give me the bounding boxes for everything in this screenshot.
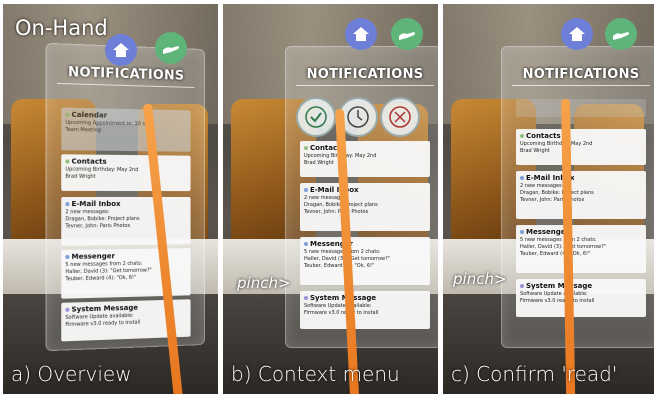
- card-title: System Message: [310, 294, 376, 302]
- status-dot: [304, 188, 308, 192]
- card-line: 5 new messages from 2 chats:: [304, 249, 426, 256]
- card-line: Tevner, John: Paris Photos: [520, 197, 642, 204]
- close-icon: [389, 106, 411, 128]
- card-messenger[interactable]: Messenger 5 new messages from 2 chats: H…: [300, 237, 430, 285]
- title-divider: [296, 85, 434, 86]
- title-divider: [512, 85, 650, 86]
- hand-icon: [397, 26, 417, 42]
- card-line: 2 new messages:: [520, 183, 642, 190]
- card-line: Tevner, John: Paris Photos: [304, 209, 426, 216]
- panel-caption: c) Confirm 'read': [451, 362, 617, 386]
- card-system[interactable]: System Message Software Update available…: [516, 279, 646, 317]
- card-line: Brad Wright: [520, 148, 642, 155]
- card-email[interactable]: E-Mail Inbox 2 new messages: Dragan, Bob…: [300, 183, 430, 231]
- panel-caption: b) Context menu: [231, 362, 400, 386]
- pinch-label: pinch>: [237, 274, 291, 292]
- card-messenger[interactable]: Messenger 5 new messages from 2 chats: H…: [516, 225, 646, 273]
- hand-icon: [611, 26, 631, 42]
- panel-title: NOTIFICATIONS: [47, 64, 204, 84]
- status-dot: [65, 308, 69, 312]
- panel-overview: NOTIFICATIONS Calendar Upcoming Appointm…: [3, 4, 218, 394]
- hand-icon: [161, 40, 181, 56]
- panel-divider: [439, 0, 443, 398]
- card-email[interactable]: E-Mail Inbox 2 new messages: Dragan, Bob…: [61, 197, 190, 246]
- mode-label: On-Hand: [15, 16, 108, 40]
- dismiss-button[interactable]: [380, 97, 420, 137]
- card-line: Firmware v3.0 ready to install: [520, 298, 642, 305]
- card-contacts[interactable]: Contacts Upcoming Birthday: May 2nd Brad…: [61, 154, 190, 191]
- card-dismissed: [516, 99, 646, 117]
- notification-panel: NOTIFICATIONS Calendar Upcoming Appointm…: [46, 43, 205, 351]
- home-icon: [352, 26, 370, 42]
- card-title: E-Mail Inbox: [310, 186, 359, 194]
- status-dot: [520, 230, 524, 234]
- panel-context-menu: NOTIFICATIONS Contacts Upcoming Birthday…: [223, 4, 438, 394]
- card-line: Upcoming Birthday: May 2nd: [520, 141, 642, 148]
- panel-caption: a) Overview: [11, 362, 132, 386]
- card-line: 2 new messages:: [304, 195, 426, 202]
- card-title: Contacts: [72, 157, 107, 165]
- confirm-button[interactable]: [296, 97, 336, 137]
- card-line: Dragan, Bobike: Project plans: [304, 202, 426, 209]
- home-icon: [568, 26, 586, 42]
- panel-title: NOTIFICATIONS: [502, 67, 654, 82]
- card-line: Team Meeting: [65, 127, 186, 136]
- card-title: System Message: [72, 304, 139, 314]
- card-line: Software Update available:: [520, 291, 642, 298]
- card-email[interactable]: E-Mail Inbox 2 new messages: Dragan, Bob…: [516, 171, 646, 219]
- notification-panel: NOTIFICATIONS Contacts Upcoming Birthday…: [501, 46, 654, 348]
- clock-icon: [347, 106, 369, 128]
- card-line: Teuber, Edward (4): "Ok, 6!": [304, 263, 426, 270]
- hand-button[interactable]: [391, 18, 423, 50]
- hand-button[interactable]: [155, 32, 187, 64]
- card-line: Haller, David (3): "Get tomorrow?": [520, 244, 642, 251]
- home-icon: [112, 42, 130, 58]
- status-dot: [304, 296, 308, 300]
- status-dot: [65, 159, 69, 163]
- title-divider: [57, 83, 194, 88]
- card-contacts[interactable]: Contacts Upcoming Birthday: May 2nd Brad…: [300, 141, 430, 177]
- card-calendar[interactable]: Calendar Upcoming Appointment in: 30 min…: [61, 107, 190, 151]
- status-dot: [65, 202, 69, 206]
- hand-button[interactable]: [605, 18, 637, 50]
- card-line: Brad Wright: [65, 174, 186, 181]
- card-title: Messenger: [72, 252, 116, 261]
- card-line: Brad Wright: [304, 160, 426, 167]
- panel-confirm-read: NOTIFICATIONS Contacts Upcoming Birthday…: [443, 4, 654, 394]
- card-line: Dragan, Bobike: Project plans: [520, 190, 642, 197]
- status-dot: [65, 113, 69, 117]
- card-line: Firmware v3.0 ready to install: [304, 310, 426, 317]
- card-contacts[interactable]: Contacts Upcoming Birthday: May 2nd Brad…: [516, 129, 646, 165]
- status-dot: [304, 146, 308, 150]
- panel-divider: [219, 0, 223, 398]
- home-button[interactable]: [105, 34, 137, 66]
- card-line: Teuber, Edward (4): "Ok, 6!": [520, 251, 642, 258]
- status-dot: [304, 242, 308, 246]
- card-line: 5 new messages from 2 chats:: [520, 237, 642, 244]
- home-button[interactable]: [345, 18, 377, 50]
- card-line: Upcoming Birthday: May 2nd: [304, 153, 426, 160]
- card-system[interactable]: System Message Software Update available…: [300, 291, 430, 329]
- pinch-label: pinch>: [453, 270, 507, 288]
- status-dot: [520, 176, 524, 180]
- panel-title: NOTIFICATIONS: [286, 67, 438, 82]
- card-title: Calendar: [72, 111, 108, 120]
- status-dot: [520, 284, 524, 288]
- home-button[interactable]: [561, 18, 593, 50]
- card-title: Contacts: [526, 132, 561, 140]
- card-title: E-Mail Inbox: [72, 200, 121, 208]
- card-line: Software Update available:: [304, 303, 426, 310]
- check-icon: [305, 106, 327, 128]
- card-line: Tevner, John: Paris Photos: [65, 223, 186, 231]
- card-line: Haller, David (3): "Get tomorrow?": [304, 256, 426, 263]
- card-title: System Message: [526, 282, 592, 290]
- status-dot: [65, 255, 69, 259]
- notification-panel: NOTIFICATIONS Contacts Upcoming Birthday…: [285, 46, 438, 348]
- status-dot: [520, 134, 524, 138]
